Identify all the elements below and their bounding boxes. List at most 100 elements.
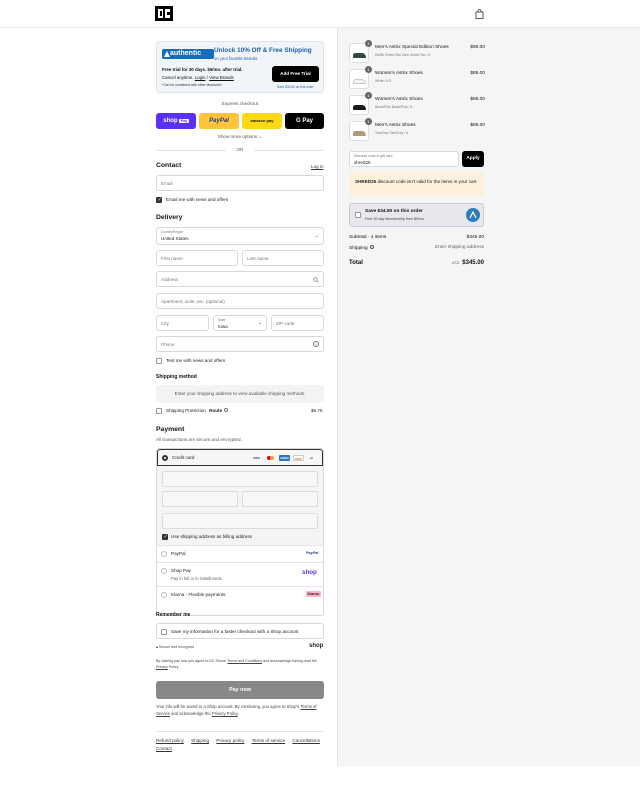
shoe-icon <box>353 105 366 110</box>
first-name-field[interactable]: First name <box>156 250 238 266</box>
save-offer-title: Save $34.50 on this order <box>365 209 423 214</box>
pay-now-button[interactable]: Pay now <box>156 681 324 699</box>
card-cvv-field[interactable] <box>242 491 318 507</box>
klarna-radio[interactable] <box>161 592 167 598</box>
secure-note: 🔒︎ Secure and encrypted <box>156 645 194 649</box>
promo-view-brands-link[interactable]: View Brands <box>209 75 234 80</box>
payment-heading: Payment <box>156 426 185 433</box>
shop-pay-option-label: Shop Pay <box>171 568 191 573</box>
email-news-label: Email me with news and offers <box>166 197 229 202</box>
express-checkout-title: Express checkout <box>221 101 259 106</box>
footer-divider <box>156 731 324 732</box>
state-select[interactable]: State Iowa ⌄ <box>213 315 267 331</box>
text-offers-checkbox[interactable] <box>156 358 162 364</box>
promo-login-link[interactable]: Login <box>195 75 206 80</box>
cart-item: 1 Women's Astrix Shoes White / 6.5 $85.0… <box>349 66 485 89</box>
subtotal-label: Subtotal · 4 items <box>349 235 387 240</box>
top-header <box>0 0 640 28</box>
credit-card-option[interactable]: Credit card VISA AMEX DISC +3 <box>157 449 323 466</box>
currency-code: USD <box>451 261 460 265</box>
credit-card-radio[interactable] <box>162 455 168 461</box>
terms-link[interactable]: Terms and Conditions <box>227 659 262 663</box>
add-free-trial-button[interactable]: Add Free Trial <box>272 66 319 82</box>
product-name: Women's Astrix Shoes <box>375 71 423 76</box>
product-name: Men's Astrix Shoes <box>375 123 416 128</box>
footer-links: Refund policy Shipping Privacy policy Te… <box>156 738 326 751</box>
google-pay-button[interactable]: G Pay <box>285 113 324 129</box>
quantity-badge: 1 <box>365 40 372 47</box>
shop-pay-radio[interactable] <box>161 568 167 574</box>
shipping-method-heading: Shipping method <box>156 374 197 380</box>
shipping-protection-checkbox[interactable] <box>156 408 162 414</box>
help-icon[interactable] <box>370 245 375 249</box>
quantity-badge: 1 <box>365 118 372 125</box>
first-name-placeholder: First name <box>161 256 183 261</box>
chevron-down-icon: ⌄ <box>257 320 262 326</box>
authentic-badge-icon <box>466 208 480 222</box>
footer-terms-link[interactable]: Terms of service <box>252 738 285 743</box>
remember-me-box: Save my information for a faster checkou… <box>156 623 324 639</box>
paypal-button[interactable]: PayPal <box>199 113 239 129</box>
quantity-badge: 1 <box>365 92 372 99</box>
amazon-pay-button[interactable]: amazon pay <box>242 113 282 129</box>
shop-pay-button[interactable]: shop Pay <box>156 113 196 129</box>
payment-subtitle: All transactions are secure and encrypte… <box>156 437 242 442</box>
footer-contact-link[interactable]: Contact <box>156 746 172 751</box>
footer-shipping-link[interactable]: Shipping <box>191 738 209 743</box>
promo-subtitle: on your favorite Brands <box>214 56 258 61</box>
phone-field[interactable]: Phone ? <box>156 336 324 352</box>
shopping-bag-icon[interactable] <box>475 9 484 19</box>
apartment-field[interactable]: Apartment, suite, etc. (optional) <box>156 293 324 309</box>
apply-discount-button[interactable]: Apply <box>462 151 484 167</box>
email-news-checkbox[interactable] <box>156 197 162 203</box>
address-placeholder: Address <box>161 277 178 282</box>
total-value-group: USD $345.00 <box>452 260 484 266</box>
shop-pay-option-sub: Pay in full or in installments <box>171 576 222 581</box>
klarna-option[interactable]: Klarna - Flexible payments Klarna. <box>157 587 323 604</box>
product-variant: Dk/Bk Green/Tan Dark Green/Tan / 6 <box>375 53 431 57</box>
credit-card-label: Credit card <box>172 455 195 460</box>
save-offer-subtitle: Free 30 day Membership then $5/mo. <box>365 217 425 221</box>
info-icon[interactable] <box>224 408 229 412</box>
zip-field[interactable]: ZIP code <box>271 315 324 331</box>
product-name: Men's Astrix Special Edition Shoes <box>375 45 449 50</box>
dc-logo[interactable] <box>155 6 173 21</box>
subtotal-value: $345.00 <box>466 235 484 240</box>
remember-me-label: Save my information for a faster checkou… <box>171 629 299 634</box>
amex-icon: AMEX <box>279 455 290 461</box>
shop-privacy-link[interactable]: Privacy Policy <box>212 711 238 716</box>
privacy-link[interactable]: Privacy <box>156 665 168 669</box>
footer-refund-link[interactable]: Refund policy <box>156 738 184 743</box>
secure-text: Secure and encrypted <box>158 645 195 649</box>
shop-pay-label: shop <box>163 118 178 124</box>
shoe-icon <box>353 79 366 84</box>
cart-item: 1 Women's Astrix Shoes Black/Pink Black/… <box>349 92 485 115</box>
address-field[interactable]: Address <box>156 271 324 287</box>
city-field[interactable]: City <box>156 315 209 331</box>
contact-login-link[interactable]: Log in <box>311 164 324 169</box>
paypal-option[interactable]: PayPal PayPal <box>157 546 323 563</box>
footer-cancellations-link[interactable]: Cancellations <box>292 738 320 743</box>
paypal-radio[interactable] <box>161 551 167 557</box>
last-name-field[interactable]: Last name <box>242 250 324 266</box>
footer-privacy-link[interactable]: Privacy policy <box>216 738 244 743</box>
discount-error-message: discount code isn't valid for the items … <box>377 179 477 184</box>
discount-value: shred25 <box>354 160 371 165</box>
card-name-field[interactable] <box>162 513 318 529</box>
mastercard-icon <box>265 455 276 461</box>
billing-same-checkbox[interactable] <box>162 534 168 540</box>
email-field[interactable]: Email <box>156 175 324 191</box>
save-offer-checkbox[interactable] <box>355 212 361 218</box>
discount-code-field[interactable]: Discount code or gift card shred25 <box>349 151 459 167</box>
help-icon[interactable]: ? <box>313 341 319 347</box>
country-value: United States <box>161 236 189 241</box>
card-number-field[interactable] <box>162 471 318 487</box>
show-more-options-link[interactable]: Show more options ⌄ <box>156 134 324 140</box>
shipping-value: Enter shipping address <box>434 245 484 250</box>
remember-me-checkbox[interactable] <box>161 629 167 635</box>
shop-pay-option[interactable]: Shop Pay Pay in full or in installments … <box>157 563 323 587</box>
card-expiry-field[interactable] <box>162 491 238 507</box>
product-variant: White / 6.5 <box>375 79 392 83</box>
country-select[interactable]: Country/Region United States ⌄ <box>156 227 324 245</box>
authentic-save-offer[interactable]: Save $34.50 on this order Free 30 day Me… <box>349 203 484 227</box>
